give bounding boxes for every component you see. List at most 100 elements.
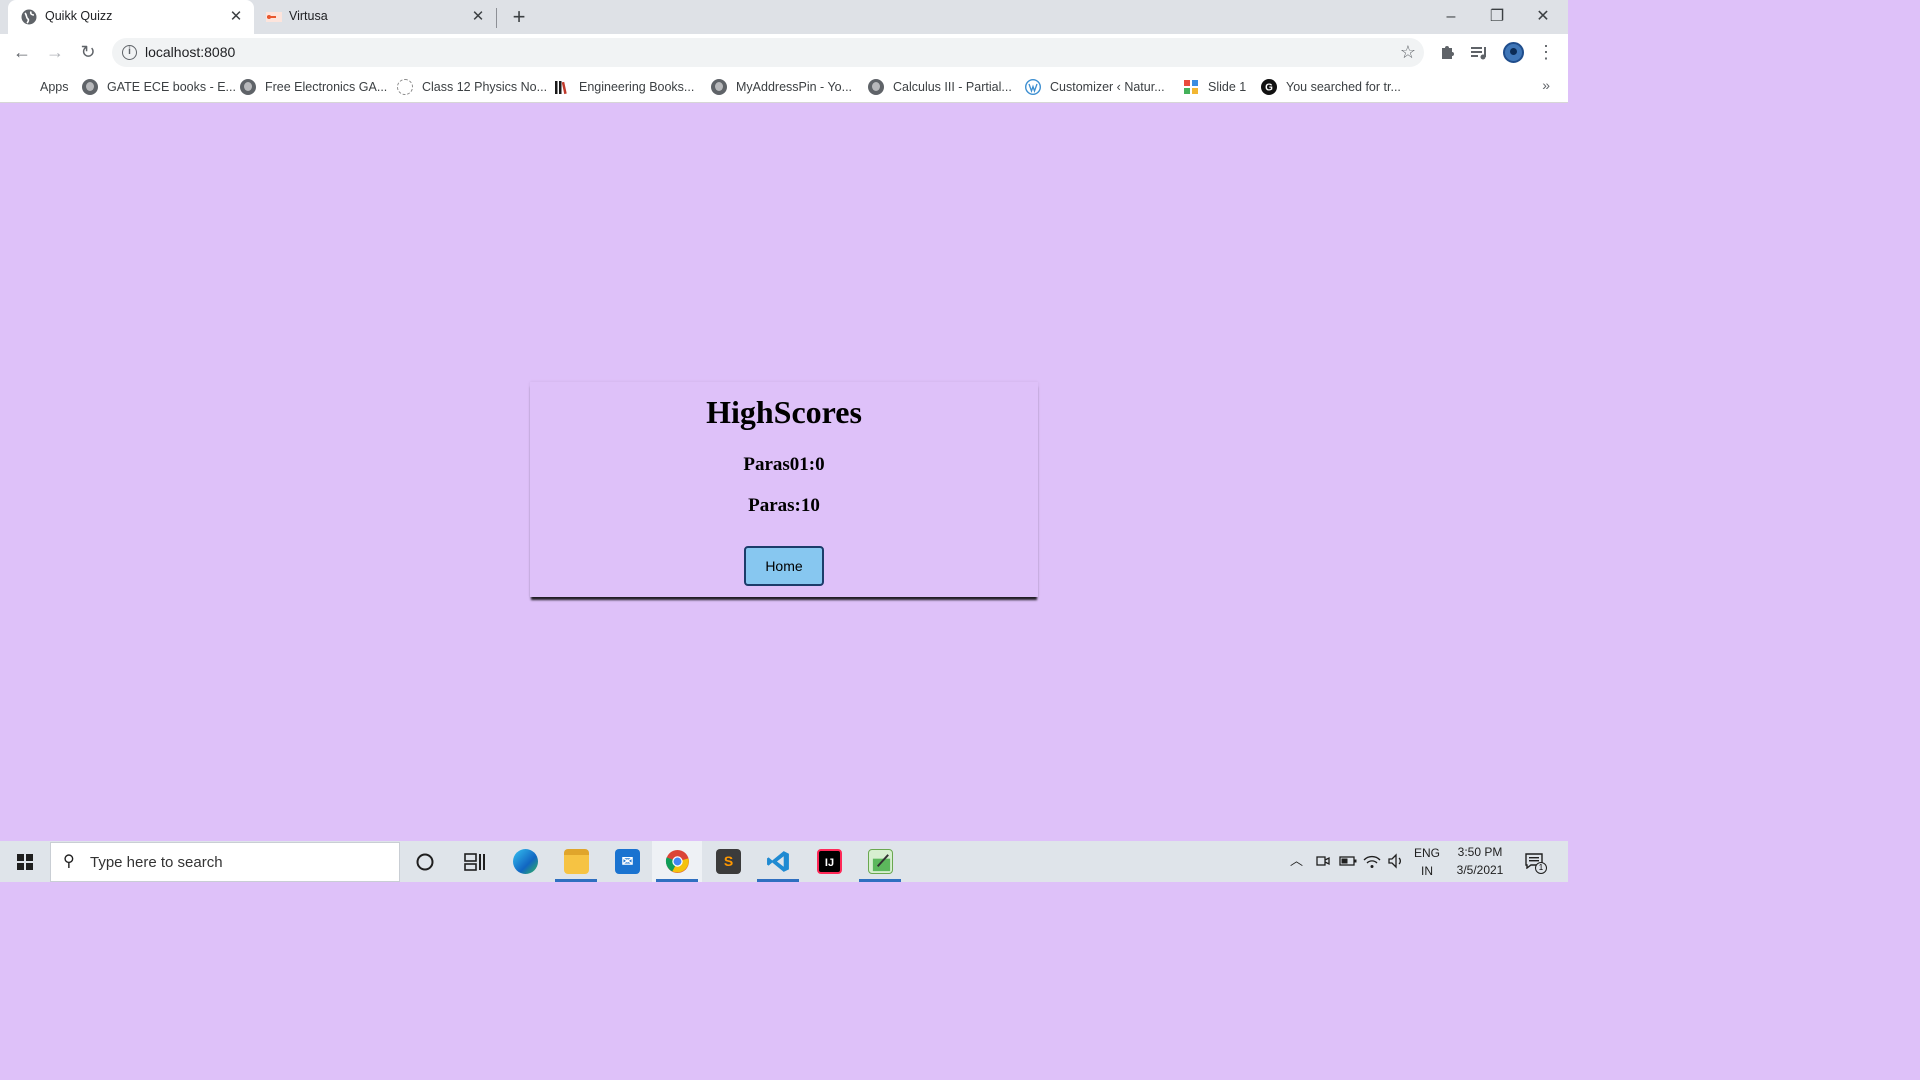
bookmark-item[interactable]: Free Electronics GA... (240, 77, 387, 97)
meet-now-icon[interactable] (1316, 854, 1330, 868)
battery-icon[interactable] (1339, 855, 1357, 867)
slides-icon (1184, 80, 1198, 94)
globe-icon (868, 79, 884, 95)
running-indicator (555, 879, 597, 882)
chrome-icon (665, 850, 689, 873)
bookmark-label: Free Electronics GA... (265, 80, 388, 94)
bookmark-item[interactable]: G You searched for tr... (1261, 77, 1401, 97)
more-menu-icon[interactable]: ⋮ (1535, 41, 1557, 63)
browser-tab-strip: Quikk Quizz ✕ Virtusa ✕ + – ❐ ✕ (0, 0, 1568, 34)
wordpress-icon (1025, 79, 1041, 95)
minimize-icon[interactable]: – (1428, 4, 1474, 30)
taskbar-file-explorer[interactable] (551, 841, 601, 882)
search-icon: ⚲ (63, 853, 75, 870)
globe-icon (711, 79, 727, 95)
bookmarks-bar: Apps GATE ECE books - E... Free Electron… (0, 71, 1568, 103)
new-tab-icon[interactable]: + (508, 6, 530, 28)
reload-icon[interactable]: ↻ (76, 40, 100, 64)
score-entry: Paras01:0 (743, 454, 825, 475)
running-indicator (757, 879, 799, 882)
clock-date: 3/5/2021 (1456, 863, 1504, 877)
search-placeholder: Type here to search (90, 854, 223, 871)
bookmark-item[interactable]: Slide 1 (1183, 77, 1246, 97)
taskbar-sublime[interactable]: S (703, 841, 753, 882)
restore-icon[interactable]: ❐ (1474, 4, 1520, 30)
windows-taskbar: ⚲ Type here to search ✉ S IJ ︿ ENG IN 3:… (0, 841, 1568, 882)
windows-logo-icon (17, 854, 33, 870)
mail-icon: ✉ (615, 849, 640, 874)
globe-icon (240, 79, 256, 95)
start-button[interactable] (0, 841, 50, 882)
bookmark-label: GATE ECE books - E... (107, 80, 236, 94)
bookmark-label: Class 12 Physics No... (422, 80, 548, 94)
back-icon[interactable]: ← (10, 40, 34, 64)
bookmark-label: Calculus III - Partial... (893, 80, 1012, 94)
media-queue-icon[interactable] (1468, 41, 1490, 63)
taskbar-edge[interactable] (500, 841, 550, 882)
bookmark-label: Apps (40, 80, 69, 94)
svg-text:G: G (1265, 83, 1273, 94)
tab-title: Quikk Quizz (45, 9, 113, 23)
vscode-icon (767, 851, 789, 872)
site-info-icon[interactable]: i (122, 45, 137, 60)
books-icon (555, 81, 567, 95)
bookmark-label: Engineering Books... (579, 80, 695, 94)
tab-title: Virtusa (289, 9, 328, 23)
notifications-button[interactable]: 1 (1524, 851, 1547, 874)
region-code: IN (1421, 864, 1433, 878)
dotted-circle-icon (397, 79, 413, 95)
bookmark-star-icon[interactable]: ☆ (1400, 42, 1416, 62)
bookmark-label: Slide 1 (1208, 80, 1247, 94)
clock[interactable]: 3:50 PM 3/5/2021 (1450, 843, 1510, 879)
taskbar-vscode[interactable] (753, 841, 803, 882)
cortana-circle-icon (416, 853, 434, 871)
close-tab-icon[interactable]: ✕ (470, 9, 486, 25)
close-tab-icon[interactable]: ✕ (228, 9, 244, 25)
profile-avatar[interactable] (1503, 42, 1524, 63)
task-view-button[interactable] (450, 841, 500, 882)
bookmark-label: You searched for tr... (1286, 80, 1401, 94)
bookmarks-overflow-icon[interactable]: » (1542, 77, 1550, 93)
wifi-icon[interactable] (1363, 853, 1381, 869)
taskbar-search[interactable]: ⚲ Type here to search (50, 842, 400, 882)
address-url[interactable]: localhost:8080 (145, 44, 235, 60)
task-view-icon (464, 853, 485, 871)
browser-toolbar: ← → ↻ i localhost:8080 ☆ ⋮ (0, 34, 1568, 71)
g-logo-icon: G (1261, 79, 1277, 95)
tab-quikk-quizz[interactable]: Quikk Quizz ✕ (8, 0, 254, 34)
home-button[interactable]: Home (744, 546, 824, 586)
folder-icon (564, 849, 589, 874)
bookmark-item[interactable]: Class 12 Physics No... (397, 77, 547, 97)
virtusa-favicon-icon (266, 12, 282, 22)
bookmark-item[interactable]: MyAddressPin - Yo... (711, 77, 852, 97)
highscores-card: HighScores Paras01:0 Paras:10 Home (530, 382, 1038, 597)
notification-count-badge: 1 (1535, 862, 1547, 874)
apps-grid-icon (15, 79, 31, 95)
taskbar-mail[interactable]: ✉ (602, 841, 652, 882)
taskbar-chrome[interactable] (652, 841, 702, 882)
bookmark-item[interactable]: Calculus III - Partial... (868, 77, 1012, 97)
show-hidden-icons-icon[interactable]: ︿ (1290, 853, 1303, 869)
close-window-icon[interactable]: ✕ (1520, 4, 1566, 30)
edge-icon (513, 849, 538, 874)
extensions-puzzle-icon[interactable] (1436, 41, 1458, 63)
forward-icon[interactable]: → (43, 40, 67, 64)
language-indicator[interactable]: ENG IN (1410, 844, 1444, 880)
notepad-app-icon (868, 849, 893, 874)
globe-icon (21, 9, 37, 25)
address-bar[interactable]: i localhost:8080 ☆ (112, 38, 1424, 67)
bookmark-label: MyAddressPin - Yo... (736, 80, 853, 94)
language-code: ENG (1413, 846, 1440, 860)
taskbar-app[interactable] (855, 841, 905, 882)
taskbar-intellij[interactable]: IJ (804, 841, 854, 882)
cortana-button[interactable] (400, 841, 450, 882)
bookmark-item[interactable]: Customizer ‹ Natur... (1025, 77, 1165, 97)
bookmark-item[interactable]: Engineering Books... (554, 77, 694, 97)
bookmark-item[interactable]: GATE ECE books - E... (82, 77, 236, 97)
volume-icon[interactable] (1387, 853, 1405, 869)
tab-divider (496, 8, 497, 28)
tab-virtusa[interactable]: Virtusa ✕ (254, 0, 496, 34)
page-title: HighScores (706, 394, 862, 430)
intellij-icon: IJ (817, 849, 842, 874)
bookmark-apps[interactable]: Apps (15, 77, 69, 97)
